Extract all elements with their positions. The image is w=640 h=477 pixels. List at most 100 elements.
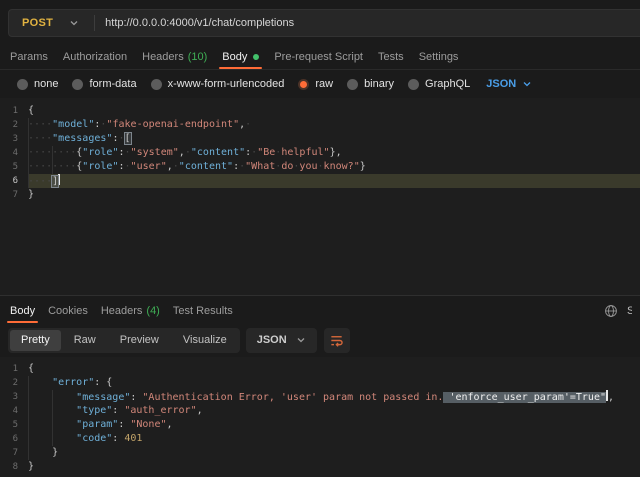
code-content: { xyxy=(28,104,640,118)
token: "Authentication Error, 'user' param not … xyxy=(142,392,443,403)
code-line: 4 "type": "auth_error", xyxy=(0,404,640,418)
request-url-bar: POST xyxy=(8,9,640,37)
line-number: 4 xyxy=(0,146,28,160)
view-tab-preview[interactable]: Preview xyxy=(109,330,170,351)
indent-guide xyxy=(28,174,29,188)
code-content: ····"model":·"fake-openai-endpoint",· xyxy=(28,118,640,132)
token: :· xyxy=(233,161,245,172)
code-line: 5 "param": "None", xyxy=(0,418,640,432)
body-type-label: x-www-form-urlencoded xyxy=(168,78,285,90)
response-tab-headers[interactable]: Headers(4) xyxy=(101,296,160,326)
line-number: 7 xyxy=(0,188,28,202)
save-response-partial-text[interactable]: S xyxy=(627,305,632,317)
response-tab-label: Body xyxy=(10,305,35,317)
line-number: 8 xyxy=(0,460,28,474)
token: "system" xyxy=(131,147,179,158)
response-tab-list: Body Cookies Headers(4) Test Results xyxy=(10,296,233,326)
line-number: 1 xyxy=(0,362,28,376)
token: "role" xyxy=(82,147,118,158)
view-tab-raw[interactable]: Raw xyxy=(63,330,107,351)
response-tab-label: Test Results xyxy=(173,305,233,317)
method-label: POST xyxy=(22,17,53,29)
code-line: 6····] xyxy=(0,174,640,188)
code-line: 7} xyxy=(0,188,640,202)
request-tab-label: Authorization xyxy=(63,51,127,63)
response-tab-count: (4) xyxy=(146,305,159,317)
request-tab-settings[interactable]: Settings xyxy=(419,45,459,69)
body-type-raw[interactable]: raw xyxy=(298,78,333,90)
token: ········{ xyxy=(28,161,82,172)
token: ···· xyxy=(28,176,52,187)
indent-guide xyxy=(28,146,29,160)
token: "messages" xyxy=(52,133,112,144)
globe-icon[interactable] xyxy=(604,304,618,318)
code-content: "type": "auth_error", xyxy=(28,404,640,418)
request-tabs: Params Authorization Headers(10) Body Pre-re… xyxy=(0,45,640,70)
response-tab-body[interactable]: Body xyxy=(10,296,35,326)
wrap-text-button[interactable] xyxy=(324,328,350,353)
indent-guide xyxy=(28,390,29,404)
token: [ xyxy=(125,133,131,144)
body-type-binary[interactable]: binary xyxy=(347,78,394,90)
method-select[interactable]: POST xyxy=(9,10,94,36)
token: "error" xyxy=(52,377,94,388)
response-tab-cookies[interactable]: Cookies xyxy=(48,296,88,326)
request-tab-label: Headers xyxy=(142,51,184,63)
body-type-form-data[interactable]: form-data xyxy=(72,78,136,90)
request-tab-pre-request-script[interactable]: Pre-request Script xyxy=(274,45,363,69)
token: , xyxy=(608,392,614,403)
token: "param" xyxy=(76,419,118,430)
token: "What·do·you·know?" xyxy=(245,161,360,172)
indent-guide xyxy=(28,118,29,132)
request-tab-authorization[interactable]: Authorization xyxy=(63,45,127,69)
request-tab-label: Tests xyxy=(378,51,404,63)
body-type-label: GraphQL xyxy=(425,78,470,90)
token: , xyxy=(167,419,173,430)
token: : xyxy=(130,392,142,403)
indent-guide xyxy=(28,160,29,174)
response-tabs: Body Cookies Headers(4) Test Results S xyxy=(0,296,640,326)
url-input[interactable] xyxy=(95,17,640,29)
token: ,· xyxy=(239,119,251,130)
indent-guide xyxy=(52,160,53,174)
token: :· xyxy=(118,161,130,172)
token: } xyxy=(28,189,34,200)
chevron-down-icon xyxy=(69,18,79,28)
request-tab-body[interactable]: Body xyxy=(222,45,259,69)
body-type-graphql[interactable]: GraphQL xyxy=(408,78,470,90)
token xyxy=(28,377,52,388)
response-view-tabs: PrettyRawPreviewVisualize xyxy=(8,328,240,353)
radio-icon xyxy=(408,79,419,90)
response-tab-label: Headers xyxy=(101,305,143,317)
view-tab-pretty[interactable]: Pretty xyxy=(10,330,61,351)
indent-guide xyxy=(52,390,53,404)
response-format-select[interactable]: JSON xyxy=(246,328,317,353)
body-type-none[interactable]: none xyxy=(17,78,58,90)
code-line: 7 } xyxy=(0,446,640,460)
indent-guide xyxy=(52,404,53,418)
request-tab-params[interactable]: Params xyxy=(10,45,48,69)
response-tab-test-results[interactable]: Test Results xyxy=(173,296,233,326)
response-format-label: JSON xyxy=(257,334,287,346)
line-number: 1 xyxy=(0,104,28,118)
token: 401 xyxy=(124,433,142,444)
token: } xyxy=(28,447,58,458)
line-number: 2 xyxy=(0,118,28,132)
token: "role" xyxy=(82,161,118,172)
response-body-editor[interactable]: 1{2 "error": {3 "message": "Authenticati… xyxy=(0,357,640,477)
view-tab-visualize[interactable]: Visualize xyxy=(172,330,238,351)
token: "content" xyxy=(179,161,233,172)
indent-guide xyxy=(52,432,53,446)
request-format-select[interactable]: JSON xyxy=(486,78,532,90)
request-body-editor[interactable]: 1{2····"model":·"fake-openai-endpoint",·… xyxy=(0,98,640,295)
code-content: } xyxy=(28,188,640,202)
token: , xyxy=(197,405,203,416)
radio-icon xyxy=(17,79,28,90)
request-tab-tests[interactable]: Tests xyxy=(378,45,404,69)
body-type-x-www-form-urlencoded[interactable]: x-www-form-urlencoded xyxy=(151,78,285,90)
request-tab-headers[interactable]: Headers(10) xyxy=(142,45,207,69)
token: "auth_error" xyxy=(124,405,196,416)
code-content: ········{"role":·"user",·"content":·"Wha… xyxy=(28,160,640,174)
code-line: 3 "message": "Authentication Error, 'use… xyxy=(0,390,640,404)
request-tab-label: Pre-request Script xyxy=(274,51,363,63)
